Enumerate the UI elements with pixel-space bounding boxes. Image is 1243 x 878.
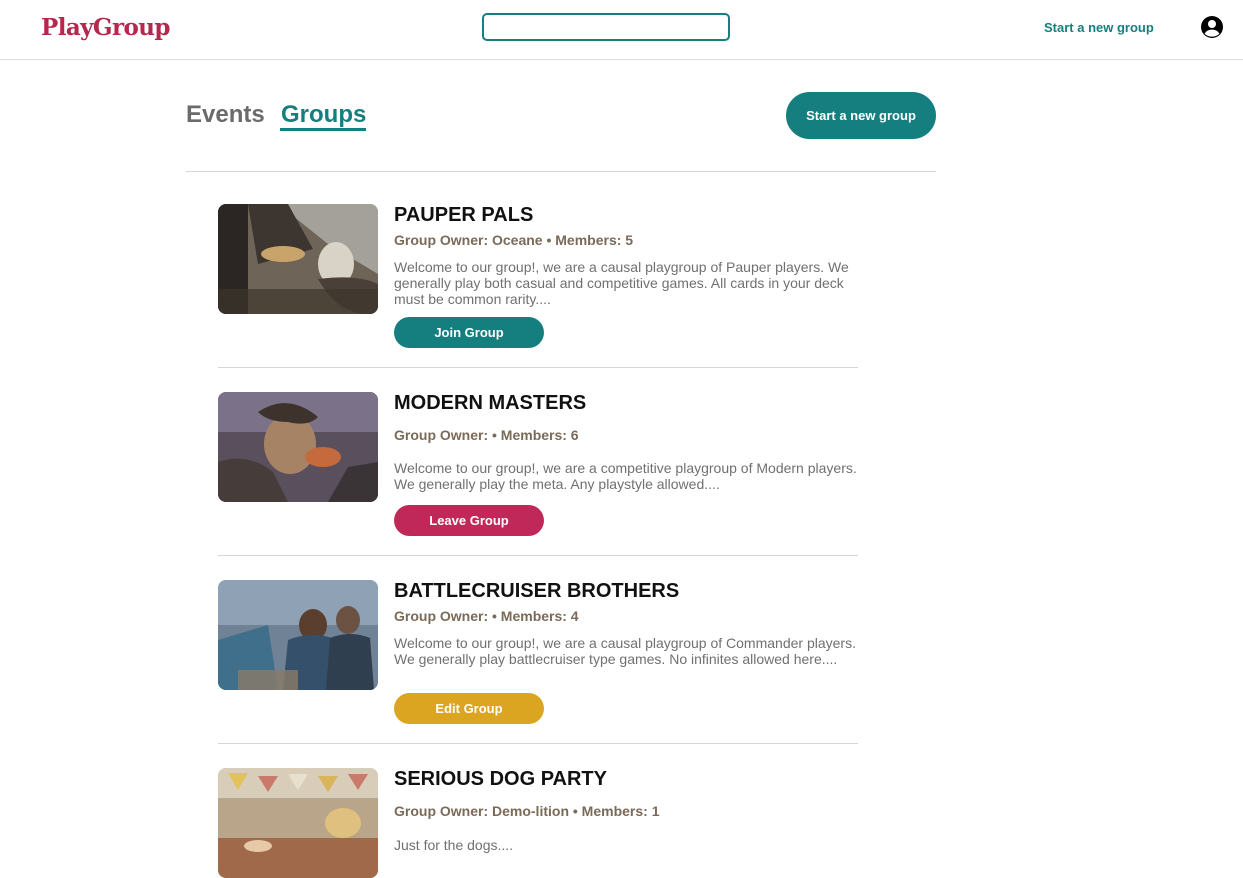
group-meta: Group Owner: • Members: 6 [394,427,579,443]
group-description: Just for the dogs.... [394,837,514,853]
row-divider [218,555,858,556]
group-description: Welcome to our group!, we are a competit… [394,460,857,492]
tab-events[interactable]: Events [186,101,265,129]
section-divider [186,171,936,172]
edit-group-button[interactable]: Edit Group [394,693,544,724]
group-meta: Group Owner: Demo-lition • Members: 1 [394,803,660,819]
start-new-group-button[interactable]: Start a new group [786,92,936,139]
join-group-button[interactable]: Join Group [394,317,544,348]
account-circle-icon[interactable] [1200,15,1224,39]
group-meta: Group Owner: • Members: 4 [394,608,579,624]
group-image[interactable] [218,204,378,314]
group-title[interactable]: SERIOUS DOG PARTY [394,768,607,791]
group-image[interactable] [218,768,378,878]
group-image[interactable] [218,580,378,690]
group-title[interactable]: MODERN MASTERS [394,392,586,415]
row-divider [218,367,858,368]
tab-groups[interactable]: Groups [281,101,366,129]
search-input[interactable] [482,13,730,41]
group-description: Welcome to our group!, we are a causal p… [394,635,856,667]
app-logo[interactable]: PlayGroup [41,14,170,41]
leave-group-button[interactable]: Leave Group [394,505,544,536]
top-header: PlayGroup Start a new group [0,0,1243,60]
group-title[interactable]: BATTLECRUISER BROTHERS [394,580,679,603]
group-description: Welcome to our group!, we are a causal p… [394,259,849,307]
group-image[interactable] [218,392,378,502]
group-meta: Group Owner: Oceane • Members: 5 [394,232,634,248]
group-title[interactable]: PAUPER PALS [394,204,533,227]
active-tab-indicator [280,128,366,131]
row-divider [218,743,858,744]
start-new-group-link[interactable]: Start a new group [1044,20,1154,35]
